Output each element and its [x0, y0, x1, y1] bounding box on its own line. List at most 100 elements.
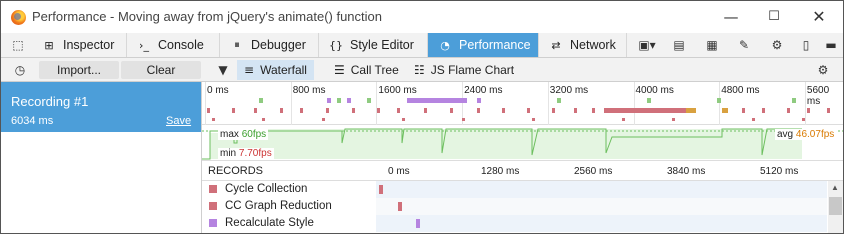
tab-style-editor[interactable]: {} Style Editor: [319, 33, 428, 57]
tab-network[interactable]: ⇄ Network: [539, 33, 627, 57]
devtools-window: Performance - Moving away from jQuery's …: [0, 0, 844, 234]
overview-marker: [552, 108, 555, 113]
overview-marker: [477, 98, 481, 103]
call-tree-icon: ☰: [334, 63, 345, 77]
overview-marker: [802, 118, 805, 121]
overview-gridline: [547, 82, 549, 125]
tab-call-tree[interactable]: ☰ Call Tree: [327, 60, 406, 80]
row-label: Cycle Collection: [225, 183, 308, 195]
overview-marker: [254, 108, 257, 113]
overview-marker: [592, 108, 595, 113]
waterfall-tick-label: 0 ms: [388, 166, 410, 177]
overview-marker: [377, 108, 380, 113]
overview-tick-label: 2400 ms: [464, 85, 503, 96]
tab-label: Style Editor: [350, 38, 414, 52]
minimize-icon[interactable]: —: [721, 7, 741, 27]
overview-marker: [827, 108, 830, 113]
performance-toolbar: ◷ Import... Clear ▼ ≡ Waterfall ☰ Call Tre…: [1, 58, 843, 82]
eyedropper-icon[interactable]: ✎: [736, 37, 752, 53]
fps-min: min 7.70fps: [218, 148, 274, 159]
dock-side-icon[interactable]: ▯: [798, 37, 814, 53]
row-color-swatch: [209, 185, 217, 193]
pick-element-icon[interactable]: ⬚: [10, 37, 26, 53]
inspector-icon: ⊞: [44, 38, 54, 52]
waterfall-bar[interactable]: [379, 185, 383, 194]
waterfall-row[interactable]: CC Graph Reduction: [202, 198, 827, 215]
overview-marker: [647, 98, 651, 103]
tab-js-flame-chart[interactable]: ☷ JS Flame Chart: [407, 60, 521, 80]
overview-marker: [450, 108, 453, 113]
overview-marker: [604, 108, 686, 113]
overview-marker: [792, 98, 796, 103]
overview-marker: [742, 108, 745, 113]
overview-marker: [402, 118, 405, 121]
waterfall-tick-label: 2560 ms: [574, 166, 613, 177]
record-stopwatch-icon[interactable]: ◷: [12, 62, 28, 78]
window-title: Performance - Moving away from jQuery's …: [32, 9, 382, 24]
recording-item[interactable]: Recording #1 6034 ms Save: [1, 82, 201, 132]
waterfall-tick-label: 1280 ms: [481, 166, 520, 177]
overview-gridline: [633, 82, 635, 125]
overview-marker: [397, 108, 400, 113]
row-label: CC Graph Reduction: [225, 200, 332, 212]
timeline-overview[interactable]: 0 ms 800 ms 1600 ms 2400 ms 3200 ms 4000 ms 48…: [202, 82, 843, 125]
clear-button[interactable]: Clear: [121, 61, 201, 79]
performance-icon: ◔: [440, 38, 450, 52]
overview-marker: [337, 98, 341, 103]
overview-marker: [557, 98, 561, 103]
overview-tick-label: 4800 ms: [721, 85, 760, 96]
overview-marker: [347, 98, 351, 103]
save-link[interactable]: Save: [166, 115, 191, 127]
fps-max-label: max: [220, 129, 239, 140]
waterfall-bar[interactable]: [398, 202, 402, 211]
overview-marker: [327, 98, 331, 103]
waterfall-panel: RECORDS 0 ms 1280 ms 2560 ms 3840 ms 5120 ms…: [202, 161, 843, 233]
import-button[interactable]: Import...: [39, 61, 119, 79]
overview-marker: [807, 108, 810, 113]
framerate-graph[interactable]: max 60fps min 7.70fps avg 46.07fps: [202, 125, 843, 161]
close-icon[interactable]: ✕: [809, 7, 829, 27]
waterfall-row[interactable]: Cycle Collection: [202, 181, 827, 198]
fps-min-value: 7.70: [238, 148, 259, 159]
waterfall-tick-label: 3840 ms: [667, 166, 706, 177]
overview-marker: [207, 108, 210, 113]
overview-tick-label: 3200 ms: [549, 85, 589, 96]
tab-performance[interactable]: ◔ Performance: [428, 33, 539, 57]
overview-gridline: [290, 82, 292, 125]
overview-marker: [477, 108, 480, 113]
tab-debugger[interactable]: ⏸ Debugger: [220, 33, 319, 57]
dock-bottom-icon[interactable]: ▬: [823, 37, 839, 53]
overview-tick-label: 800 ms: [292, 85, 326, 96]
overview-marker: [532, 118, 535, 121]
fps-avg: avg 46.07fps: [775, 129, 837, 140]
overview-marker: [462, 118, 465, 121]
waterfall-scrollbar[interactable]: ▲: [828, 181, 843, 233]
overview-marker: [212, 118, 215, 121]
responsive-layout-icon[interactable]: ▣▾: [635, 37, 659, 53]
fps-graph: [202, 128, 843, 160]
overview-tick-label: 5600 ms: [806, 85, 830, 107]
overview-marker: [672, 118, 675, 121]
overview-marker: [502, 108, 505, 113]
scroll-up-icon[interactable]: ▲: [831, 183, 839, 192]
recording-duration: 6034 ms: [11, 115, 54, 127]
overview-tick-label: 4000 ms: [635, 85, 674, 96]
tab-inspector[interactable]: ⊞ Inspector: [32, 33, 127, 57]
settings-icon[interactable]: ⚙: [769, 37, 785, 53]
waterfall-header: RECORDS 0 ms 1280 ms 2560 ms 3840 ms 5120 ms: [202, 161, 843, 181]
tab-label: Call Tree: [350, 63, 399, 77]
screenshot-icon[interactable]: ▦: [704, 37, 720, 53]
tab-console[interactable]: ›_ Console: [127, 33, 220, 57]
filter-icon[interactable]: ▼: [215, 62, 231, 78]
perf-options-icon[interactable]: ⚙: [815, 62, 831, 78]
overview-gridline: [205, 82, 206, 125]
waterfall-tick-label: 5120 ms: [760, 166, 799, 177]
tab-waterfall[interactable]: ≡ Waterfall: [237, 60, 314, 80]
waterfall-bar[interactable]: [416, 219, 420, 228]
row-color-swatch: [209, 219, 217, 227]
scroll-thumb[interactable]: [829, 197, 842, 215]
waterfall-row[interactable]: Recalculate Style: [202, 215, 827, 232]
recording-name: Recording #1: [11, 94, 89, 109]
maximize-icon[interactable]: ☐: [764, 7, 784, 27]
scratchpad-icon[interactable]: ▤: [671, 37, 687, 53]
